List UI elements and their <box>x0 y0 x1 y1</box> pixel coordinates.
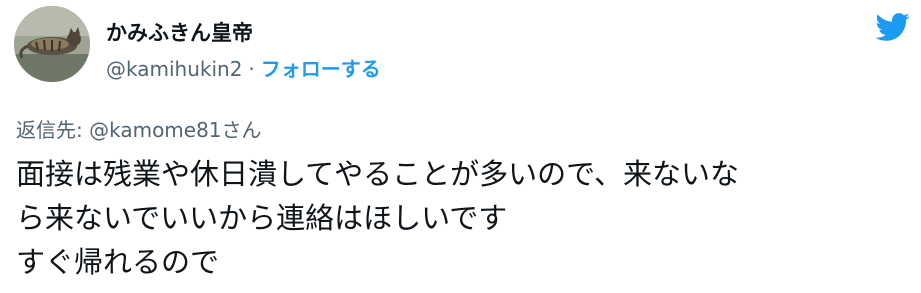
tweet-text: 面接は残業や休日潰してやることが多いので、来ないな ら来ないでいいから連絡はほし… <box>16 152 911 284</box>
handle[interactable]: @kamihukin2 <box>106 57 242 81</box>
tweet-text-line: 面接は残業や休日潰してやることが多いので、来ないな <box>16 157 739 191</box>
twitter-bird-icon[interactable] <box>874 12 910 42</box>
separator: · <box>248 57 255 81</box>
display-name[interactable]: かみふきん皇帝 <box>106 20 253 46</box>
tweet-text-line: ら来ないでいいから連絡はほしいです <box>16 201 508 235</box>
reply-to-label: 返信先: @kamome81さん <box>16 118 262 142</box>
cat-photo-avatar-icon <box>14 6 90 82</box>
avatar[interactable] <box>14 6 90 82</box>
tweet-text-line: すぐ帰れるので <box>16 245 220 279</box>
handle-row: @kamihukin2 · フォローする <box>106 56 381 82</box>
follow-button[interactable]: フォローする <box>261 57 381 81</box>
